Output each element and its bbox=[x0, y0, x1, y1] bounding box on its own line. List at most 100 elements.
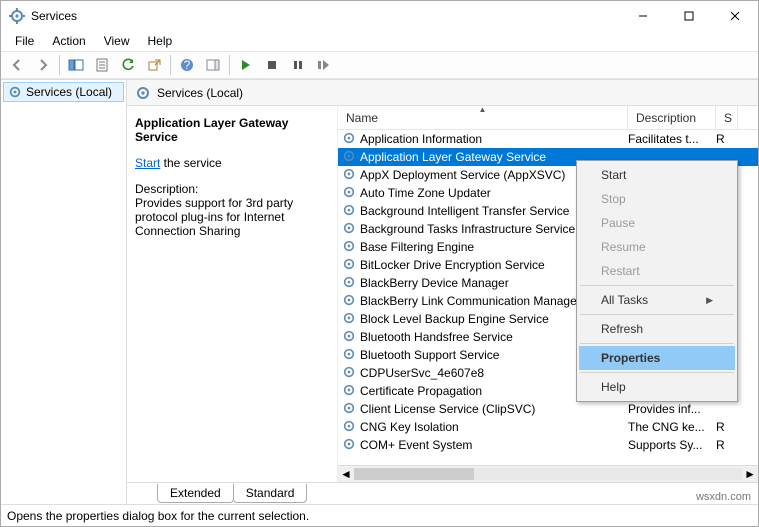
table-row[interactable]: Application InformationFacilitates t...R bbox=[338, 130, 758, 148]
service-icon bbox=[342, 257, 358, 273]
service-icon bbox=[342, 365, 358, 381]
context-separator bbox=[580, 343, 734, 344]
show-hide-tree-button[interactable] bbox=[64, 53, 88, 77]
context-restart: Restart bbox=[579, 259, 735, 283]
service-icon bbox=[342, 131, 358, 147]
action-pane-button[interactable] bbox=[201, 53, 225, 77]
table-row[interactable]: CNG Key IsolationThe CNG ke...R bbox=[338, 418, 758, 436]
service-icon bbox=[342, 311, 358, 327]
table-row[interactable]: Client License Service (ClipSVC)Provides… bbox=[338, 400, 758, 418]
service-icon bbox=[342, 275, 358, 291]
start-service-button[interactable] bbox=[234, 53, 258, 77]
service-icon bbox=[342, 185, 358, 201]
maximize-button[interactable] bbox=[666, 1, 712, 31]
menubar: File Action View Help bbox=[1, 31, 758, 51]
cell-name: COM+ Event System bbox=[358, 438, 628, 452]
service-icon bbox=[342, 329, 358, 345]
cell-description: The CNG ke... bbox=[628, 420, 716, 434]
back-button[interactable] bbox=[5, 53, 29, 77]
view-tabs: Extended Standard bbox=[127, 482, 758, 504]
services-icon bbox=[9, 8, 25, 24]
scroll-right-icon[interactable]: ► bbox=[744, 467, 756, 481]
context-resume: Resume bbox=[579, 235, 735, 259]
forward-button[interactable] bbox=[31, 53, 55, 77]
tree-root-label: Services (Local) bbox=[26, 85, 112, 99]
restart-service-button[interactable] bbox=[312, 53, 336, 77]
cell-name: CNG Key Isolation bbox=[358, 420, 628, 434]
service-icon bbox=[342, 221, 358, 237]
start-suffix: the service bbox=[160, 156, 221, 170]
context-separator bbox=[580, 372, 734, 373]
description-label: Description: bbox=[135, 182, 327, 196]
service-icon bbox=[342, 149, 358, 165]
context-stop: Stop bbox=[579, 187, 735, 211]
statusbar: Opens the properties dialog box for the … bbox=[1, 504, 758, 526]
tab-standard[interactable]: Standard bbox=[233, 484, 308, 503]
service-icon bbox=[342, 239, 358, 255]
tree-pane: Services (Local) bbox=[1, 80, 127, 504]
tab-extended[interactable]: Extended bbox=[157, 484, 234, 503]
pause-service-button[interactable] bbox=[286, 53, 310, 77]
service-icon bbox=[342, 383, 358, 399]
toolbar: ? bbox=[1, 51, 758, 79]
submenu-arrow-icon: ▶ bbox=[706, 295, 713, 306]
cell-startup: R bbox=[716, 420, 736, 434]
context-separator bbox=[580, 314, 734, 315]
menu-help[interactable]: Help bbox=[140, 32, 181, 50]
service-icon bbox=[342, 347, 358, 363]
scroll-thumb[interactable] bbox=[354, 468, 474, 480]
close-button[interactable] bbox=[712, 1, 758, 31]
service-icon bbox=[342, 419, 358, 435]
menu-view[interactable]: View bbox=[96, 32, 138, 50]
cell-startup: R bbox=[716, 132, 736, 146]
content-header: Services (Local) bbox=[127, 80, 758, 106]
horizontal-scrollbar[interactable]: ◄ ► bbox=[338, 465, 758, 482]
refresh-button[interactable] bbox=[116, 53, 140, 77]
service-icon bbox=[342, 293, 358, 309]
tree-root-item[interactable]: Services (Local) bbox=[3, 82, 124, 102]
cell-startup: R bbox=[716, 438, 736, 452]
column-startup[interactable]: S bbox=[716, 106, 738, 129]
table-row[interactable]: COM+ Event SystemSupports Sy...R bbox=[338, 436, 758, 454]
context-start[interactable]: Start bbox=[579, 163, 735, 187]
properties-button[interactable] bbox=[90, 53, 114, 77]
content-header-title: Services (Local) bbox=[157, 86, 243, 100]
context-refresh[interactable]: Refresh bbox=[579, 317, 735, 341]
service-icon bbox=[342, 437, 358, 453]
services-icon bbox=[135, 85, 151, 101]
service-icon bbox=[342, 203, 358, 219]
column-name[interactable]: Name ▲ bbox=[338, 106, 628, 129]
titlebar: Services bbox=[1, 1, 758, 31]
context-all-tasks[interactable]: All Tasks▶ bbox=[579, 288, 735, 312]
context-menu: Start Stop Pause Resume Restart All Task… bbox=[576, 160, 738, 402]
cell-name: Application Information bbox=[358, 132, 628, 146]
selected-service-name: Application Layer Gateway Service bbox=[135, 116, 327, 144]
cell-description: Facilitates t... bbox=[628, 132, 716, 146]
cell-name: Client License Service (ClipSVC) bbox=[358, 402, 628, 416]
list-header: Name ▲ Description S bbox=[338, 106, 758, 130]
stop-service-button[interactable] bbox=[260, 53, 284, 77]
export-button[interactable] bbox=[142, 53, 166, 77]
services-icon bbox=[8, 85, 22, 99]
context-help[interactable]: Help bbox=[579, 375, 735, 399]
start-link[interactable]: Start bbox=[135, 156, 160, 170]
description-text: Provides support for 3rd party protocol … bbox=[135, 196, 327, 238]
watermark: wsxdn.com bbox=[696, 491, 751, 503]
service-icon bbox=[342, 167, 358, 183]
help-button[interactable]: ? bbox=[175, 53, 199, 77]
context-properties[interactable]: Properties bbox=[579, 346, 735, 370]
cell-description: Provides inf... bbox=[628, 402, 716, 416]
cell-description: Supports Sy... bbox=[628, 438, 716, 452]
menu-file[interactable]: File bbox=[7, 32, 42, 50]
scroll-left-icon[interactable]: ◄ bbox=[340, 467, 352, 481]
menu-action[interactable]: Action bbox=[44, 32, 93, 50]
svg-text:?: ? bbox=[184, 58, 191, 72]
status-text: Opens the properties dialog box for the … bbox=[7, 509, 309, 523]
sort-ascending-icon: ▲ bbox=[479, 105, 487, 114]
service-icon bbox=[342, 401, 358, 417]
window-title: Services bbox=[31, 9, 620, 23]
detail-pane: Application Layer Gateway Service Start … bbox=[127, 106, 337, 482]
column-description[interactable]: Description bbox=[628, 106, 716, 129]
context-pause: Pause bbox=[579, 211, 735, 235]
minimize-button[interactable] bbox=[620, 1, 666, 31]
